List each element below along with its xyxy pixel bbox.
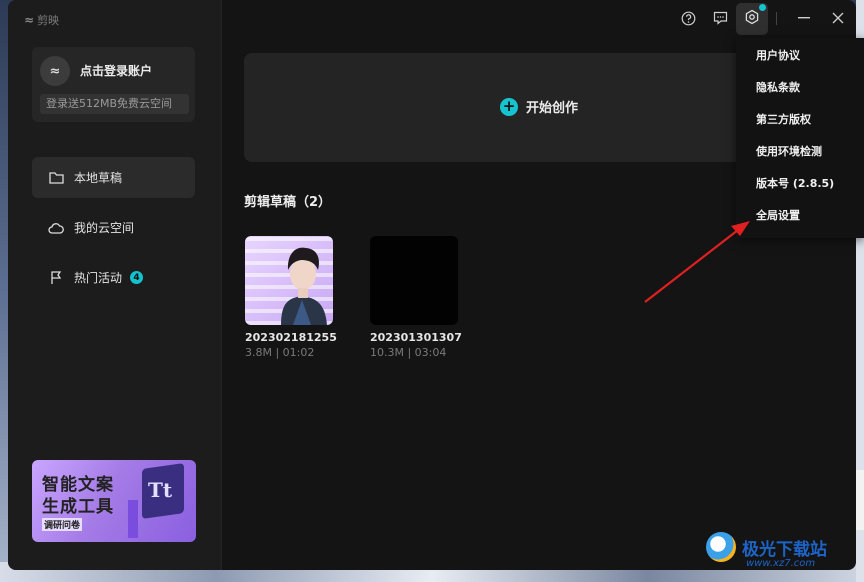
draft-name: 202302181255 bbox=[245, 331, 337, 344]
close-icon[interactable] bbox=[828, 8, 848, 28]
sidebar-item-events[interactable]: 热门活动 4 bbox=[32, 257, 195, 298]
gear-icon bbox=[744, 9, 760, 29]
promo-banner[interactable]: 智能文案 生成工具 调研问卷 Tt bbox=[32, 460, 196, 542]
events-count-badge: 4 bbox=[130, 271, 144, 284]
toolbar-divider bbox=[776, 12, 777, 25]
draft-thumbnail[interactable] bbox=[245, 236, 333, 325]
capcut-logo-icon: ≈ bbox=[24, 13, 35, 27]
feedback-icon[interactable] bbox=[710, 8, 730, 28]
banner-tag: 调研问卷 bbox=[42, 518, 83, 531]
menu-item-global-settings[interactable]: 全局设置 bbox=[736, 200, 864, 232]
settings-button[interactable] bbox=[736, 3, 768, 35]
watermark-logo-icon bbox=[706, 532, 736, 562]
sidebar-item-cloud[interactable]: 我的云空间 bbox=[32, 207, 195, 248]
settings-dropdown-menu: 用户协议 隐私条款 第三方版权 使用环境检测 版本号 (2.8.5) 全局设置 bbox=[736, 38, 864, 238]
draft-card[interactable]: 202301301307 10.3M | 03:04 bbox=[370, 236, 462, 359]
sidebar-item-label: 本地草稿 bbox=[74, 171, 123, 185]
text-tool-icon: Tt bbox=[148, 478, 173, 502]
sidebar-item-label: 热门活动 bbox=[74, 271, 123, 285]
account-card[interactable]: ≈ 点击登录账户 登录送512MB免费云空间 bbox=[32, 47, 195, 122]
start-create-content: + 开始创作 bbox=[500, 97, 578, 116]
app-window: ≈ 剪映 ≈ 点击登录账户 登录送512MB免费云空间 本地草稿 我的云空间 热… bbox=[8, 0, 856, 570]
draft-thumbnail[interactable] bbox=[370, 236, 458, 325]
banner-decor-bar bbox=[128, 500, 138, 538]
person-photo-icon bbox=[281, 247, 327, 325]
notification-dot bbox=[759, 4, 766, 11]
draft-meta: 10.3M | 03:04 bbox=[370, 346, 447, 359]
watermark-site: www.xz7.com bbox=[746, 558, 816, 569]
flag-icon bbox=[48, 270, 64, 286]
menu-item-user-agreement[interactable]: 用户协议 bbox=[736, 40, 864, 72]
minimize-icon[interactable] bbox=[794, 8, 814, 28]
folder-icon bbox=[48, 170, 64, 186]
banner-line-2: 生成工具 bbox=[42, 497, 114, 517]
menu-item-version[interactable]: 版本号 (2.8.5) bbox=[736, 168, 864, 200]
cloud-icon bbox=[48, 220, 64, 236]
avatar[interactable]: ≈ bbox=[40, 56, 70, 86]
sidebar-item-label: 我的云空间 bbox=[74, 221, 135, 235]
draft-name: 202301301307 bbox=[370, 331, 462, 344]
start-create-label: 开始创作 bbox=[526, 101, 579, 116]
draft-meta: 3.8M | 01:02 bbox=[245, 346, 315, 359]
menu-item-environment-check[interactable]: 使用环境检测 bbox=[736, 136, 864, 168]
desktop-edge bbox=[856, 470, 864, 530]
sidebar: ≈ 剪映 ≈ 点击登录账户 登录送512MB免费云空间 本地草稿 我的云空间 热… bbox=[8, 0, 222, 570]
cloud-promo-chip[interactable]: 登录送512MB免费云空间 bbox=[40, 94, 189, 114]
menu-item-privacy[interactable]: 隐私条款 bbox=[736, 72, 864, 104]
app-name: 剪映 bbox=[37, 14, 60, 27]
sidebar-item-local-drafts[interactable]: 本地草稿 bbox=[32, 157, 195, 198]
watermark-brand: 极光下载站 bbox=[742, 539, 827, 560]
menu-item-third-party-copyright[interactable]: 第三方版权 bbox=[736, 104, 864, 136]
plus-icon: + bbox=[500, 97, 518, 116]
app-logo: ≈ 剪映 bbox=[24, 12, 59, 28]
help-icon[interactable] bbox=[678, 8, 698, 28]
drafts-section-title: 剪辑草稿（2） bbox=[244, 195, 332, 210]
watermark: 极光下载站 www.xz7.com bbox=[706, 532, 827, 569]
login-link[interactable]: 点击登录账户 bbox=[80, 62, 152, 79]
draft-card[interactable]: 202302181255 3.8M | 01:02 bbox=[245, 236, 337, 359]
